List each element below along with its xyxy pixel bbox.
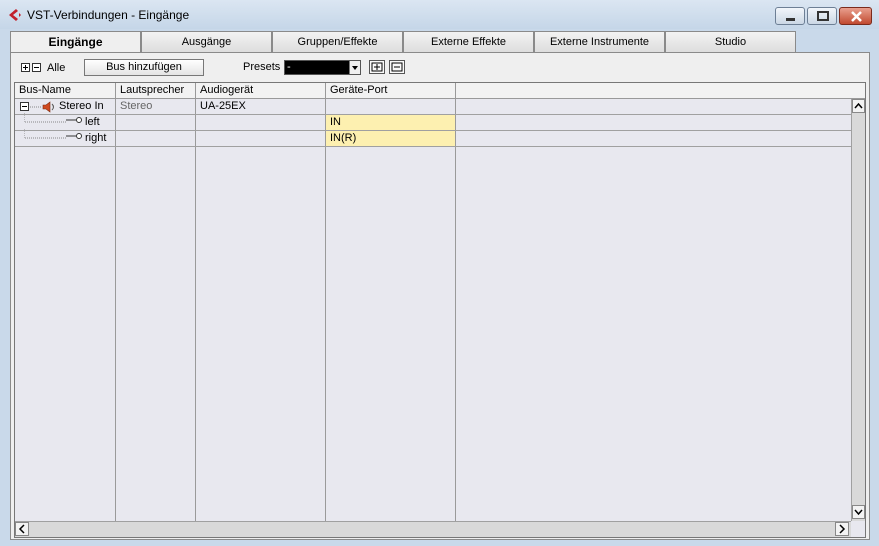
tree-connector-icon — [24, 113, 82, 123]
vertical-scrollbar[interactable] — [851, 99, 865, 521]
tab-ausgaenge[interactable]: Ausgänge — [141, 31, 272, 53]
add-bus-button[interactable]: Bus hinzufügen — [84, 59, 204, 76]
tab-gruppen-effekte[interactable]: Gruppen/Effekte — [272, 31, 403, 53]
maximize-button[interactable] — [807, 7, 837, 25]
table-row[interactable]: right IN(R) — [15, 129, 851, 147]
collapse-all-icon[interactable] — [32, 63, 41, 72]
speaker-cell[interactable]: Stereo — [116, 99, 152, 114]
bus-grid: Bus-Name Lautsprecher Audiogerät Geräte-… — [14, 82, 866, 538]
cubase-logo-icon — [7, 8, 23, 22]
tab-studio[interactable]: Studio — [665, 31, 796, 53]
close-button[interactable] — [839, 7, 872, 25]
collapse-bus-icon[interactable] — [20, 102, 29, 111]
device-port-cell[interactable]: IN(R) — [326, 131, 455, 146]
delete-preset-icon — [391, 62, 403, 72]
device-port-cell[interactable]: IN — [326, 115, 455, 130]
speaker-cell[interactable] — [116, 115, 120, 130]
store-preset-button[interactable] — [369, 60, 385, 74]
audio-device-cell[interactable] — [196, 131, 200, 146]
audio-device-cell[interactable] — [196, 115, 200, 130]
tab-eingaenge[interactable]: Eingänge — [10, 31, 141, 54]
delete-preset-button[interactable] — [389, 60, 405, 74]
column-header-geraete-port[interactable]: Geräte-Port — [326, 83, 456, 98]
presets-dropdown[interactable]: - — [284, 60, 361, 75]
horizontal-scrollbar[interactable] — [15, 521, 851, 537]
presets-value: - — [287, 61, 291, 73]
column-header-lautsprecher[interactable]: Lautsprecher — [116, 83, 196, 98]
scroll-right-button[interactable] — [835, 522, 849, 536]
chevron-up-icon — [854, 102, 863, 109]
table-row[interactable]: Stereo In Stereo UA-25EX — [15, 99, 851, 115]
chevron-left-icon — [18, 524, 25, 534]
tab-bar: Eingänge Ausgänge Gruppen/Effekte Extern… — [10, 31, 870, 54]
window-title: VST-Verbindungen - Eingänge — [27, 8, 190, 22]
device-port-cell[interactable] — [326, 99, 455, 114]
title-bar: VST-Verbindungen - Eingänge — [0, 0, 879, 29]
audio-device-cell[interactable]: UA-25EX — [196, 99, 246, 114]
all-label: Alle — [47, 62, 66, 74]
column-header-bus-name[interactable]: Bus-Name — [15, 83, 116, 98]
tab-externe-instrumente[interactable]: Externe Instrumente — [534, 31, 665, 53]
store-preset-icon — [371, 62, 383, 72]
minimize-button[interactable] — [775, 7, 805, 25]
tab-externe-effekte[interactable]: Externe Effekte — [403, 31, 534, 53]
chevron-down-icon — [349, 61, 360, 74]
chevron-down-icon — [854, 509, 863, 516]
scroll-up-button[interactable] — [852, 99, 865, 113]
grid-header: Bus-Name Lautsprecher Audiogerät Geräte-… — [15, 83, 865, 99]
bus-name-cell: Stereo In — [59, 100, 104, 112]
tree-connector-icon — [24, 129, 82, 139]
channel-name-cell: left — [85, 116, 100, 128]
chevron-right-icon — [839, 524, 846, 534]
scroll-left-button[interactable] — [15, 522, 29, 536]
channel-name-cell: right — [85, 132, 107, 144]
presets-label: Presets — [243, 61, 281, 73]
speaker-cell[interactable] — [116, 131, 120, 146]
expand-all-icon[interactable] — [21, 63, 30, 72]
table-row[interactable]: left IN — [15, 113, 851, 131]
scroll-down-button[interactable] — [852, 505, 865, 519]
connections-panel: Alle Bus hinzufügen Presets - Bus-Name L… — [10, 52, 870, 540]
column-header-audiogeraet[interactable]: Audiogerät — [196, 83, 326, 98]
